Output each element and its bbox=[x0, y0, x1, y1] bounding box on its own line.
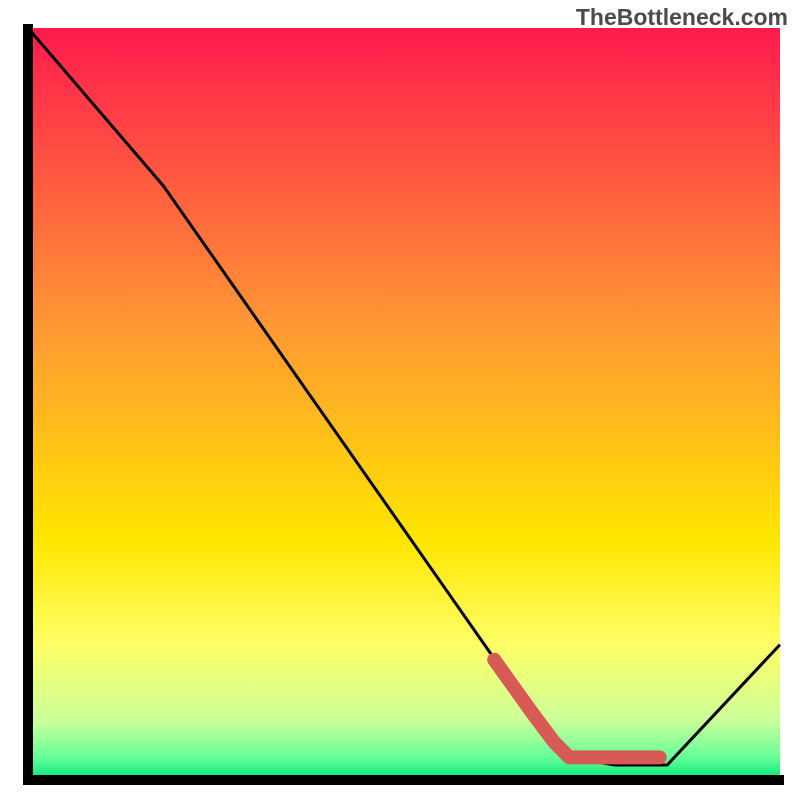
highlight-dot bbox=[635, 751, 648, 764]
gradient-background bbox=[28, 28, 780, 780]
highlight-dot bbox=[616, 751, 629, 764]
bottleneck-chart bbox=[0, 0, 800, 800]
highlight-dot bbox=[653, 751, 666, 764]
watermark-text: TheBottleneck.com bbox=[576, 4, 788, 31]
